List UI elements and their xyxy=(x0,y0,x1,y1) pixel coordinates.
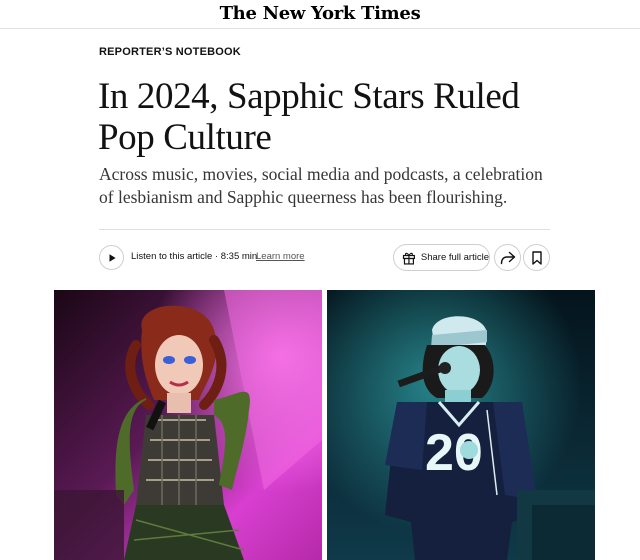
gift-icon xyxy=(402,252,415,265)
nyt-logo[interactable]: The New York Times xyxy=(0,3,640,24)
play-audio-button[interactable] xyxy=(99,245,124,270)
play-icon xyxy=(109,253,116,262)
article-summary: Across music, movies, social media and p… xyxy=(99,164,543,207)
share-button[interactable] xyxy=(494,244,521,271)
photo-left-performer xyxy=(54,290,322,560)
share-label: Share full article xyxy=(420,252,489,263)
bookmark-icon xyxy=(531,250,542,265)
listen-label: Listen to this article · 8:35 min xyxy=(131,251,258,262)
article-headline: In 2024, Sapphic Stars Ruled Pop Culture xyxy=(98,76,520,158)
masthead: The New York Times xyxy=(0,0,640,29)
share-full-article-button[interactable]: Share full article xyxy=(393,244,490,271)
photo-right-performer: 20 xyxy=(327,290,595,560)
divider xyxy=(99,229,550,230)
save-button[interactable] xyxy=(523,244,550,271)
learn-more-link[interactable]: Learn more xyxy=(256,251,305,262)
article-kicker[interactable]: REPORTER’S NOTEBOOK xyxy=(99,46,241,58)
share-arrow-icon xyxy=(500,251,515,264)
